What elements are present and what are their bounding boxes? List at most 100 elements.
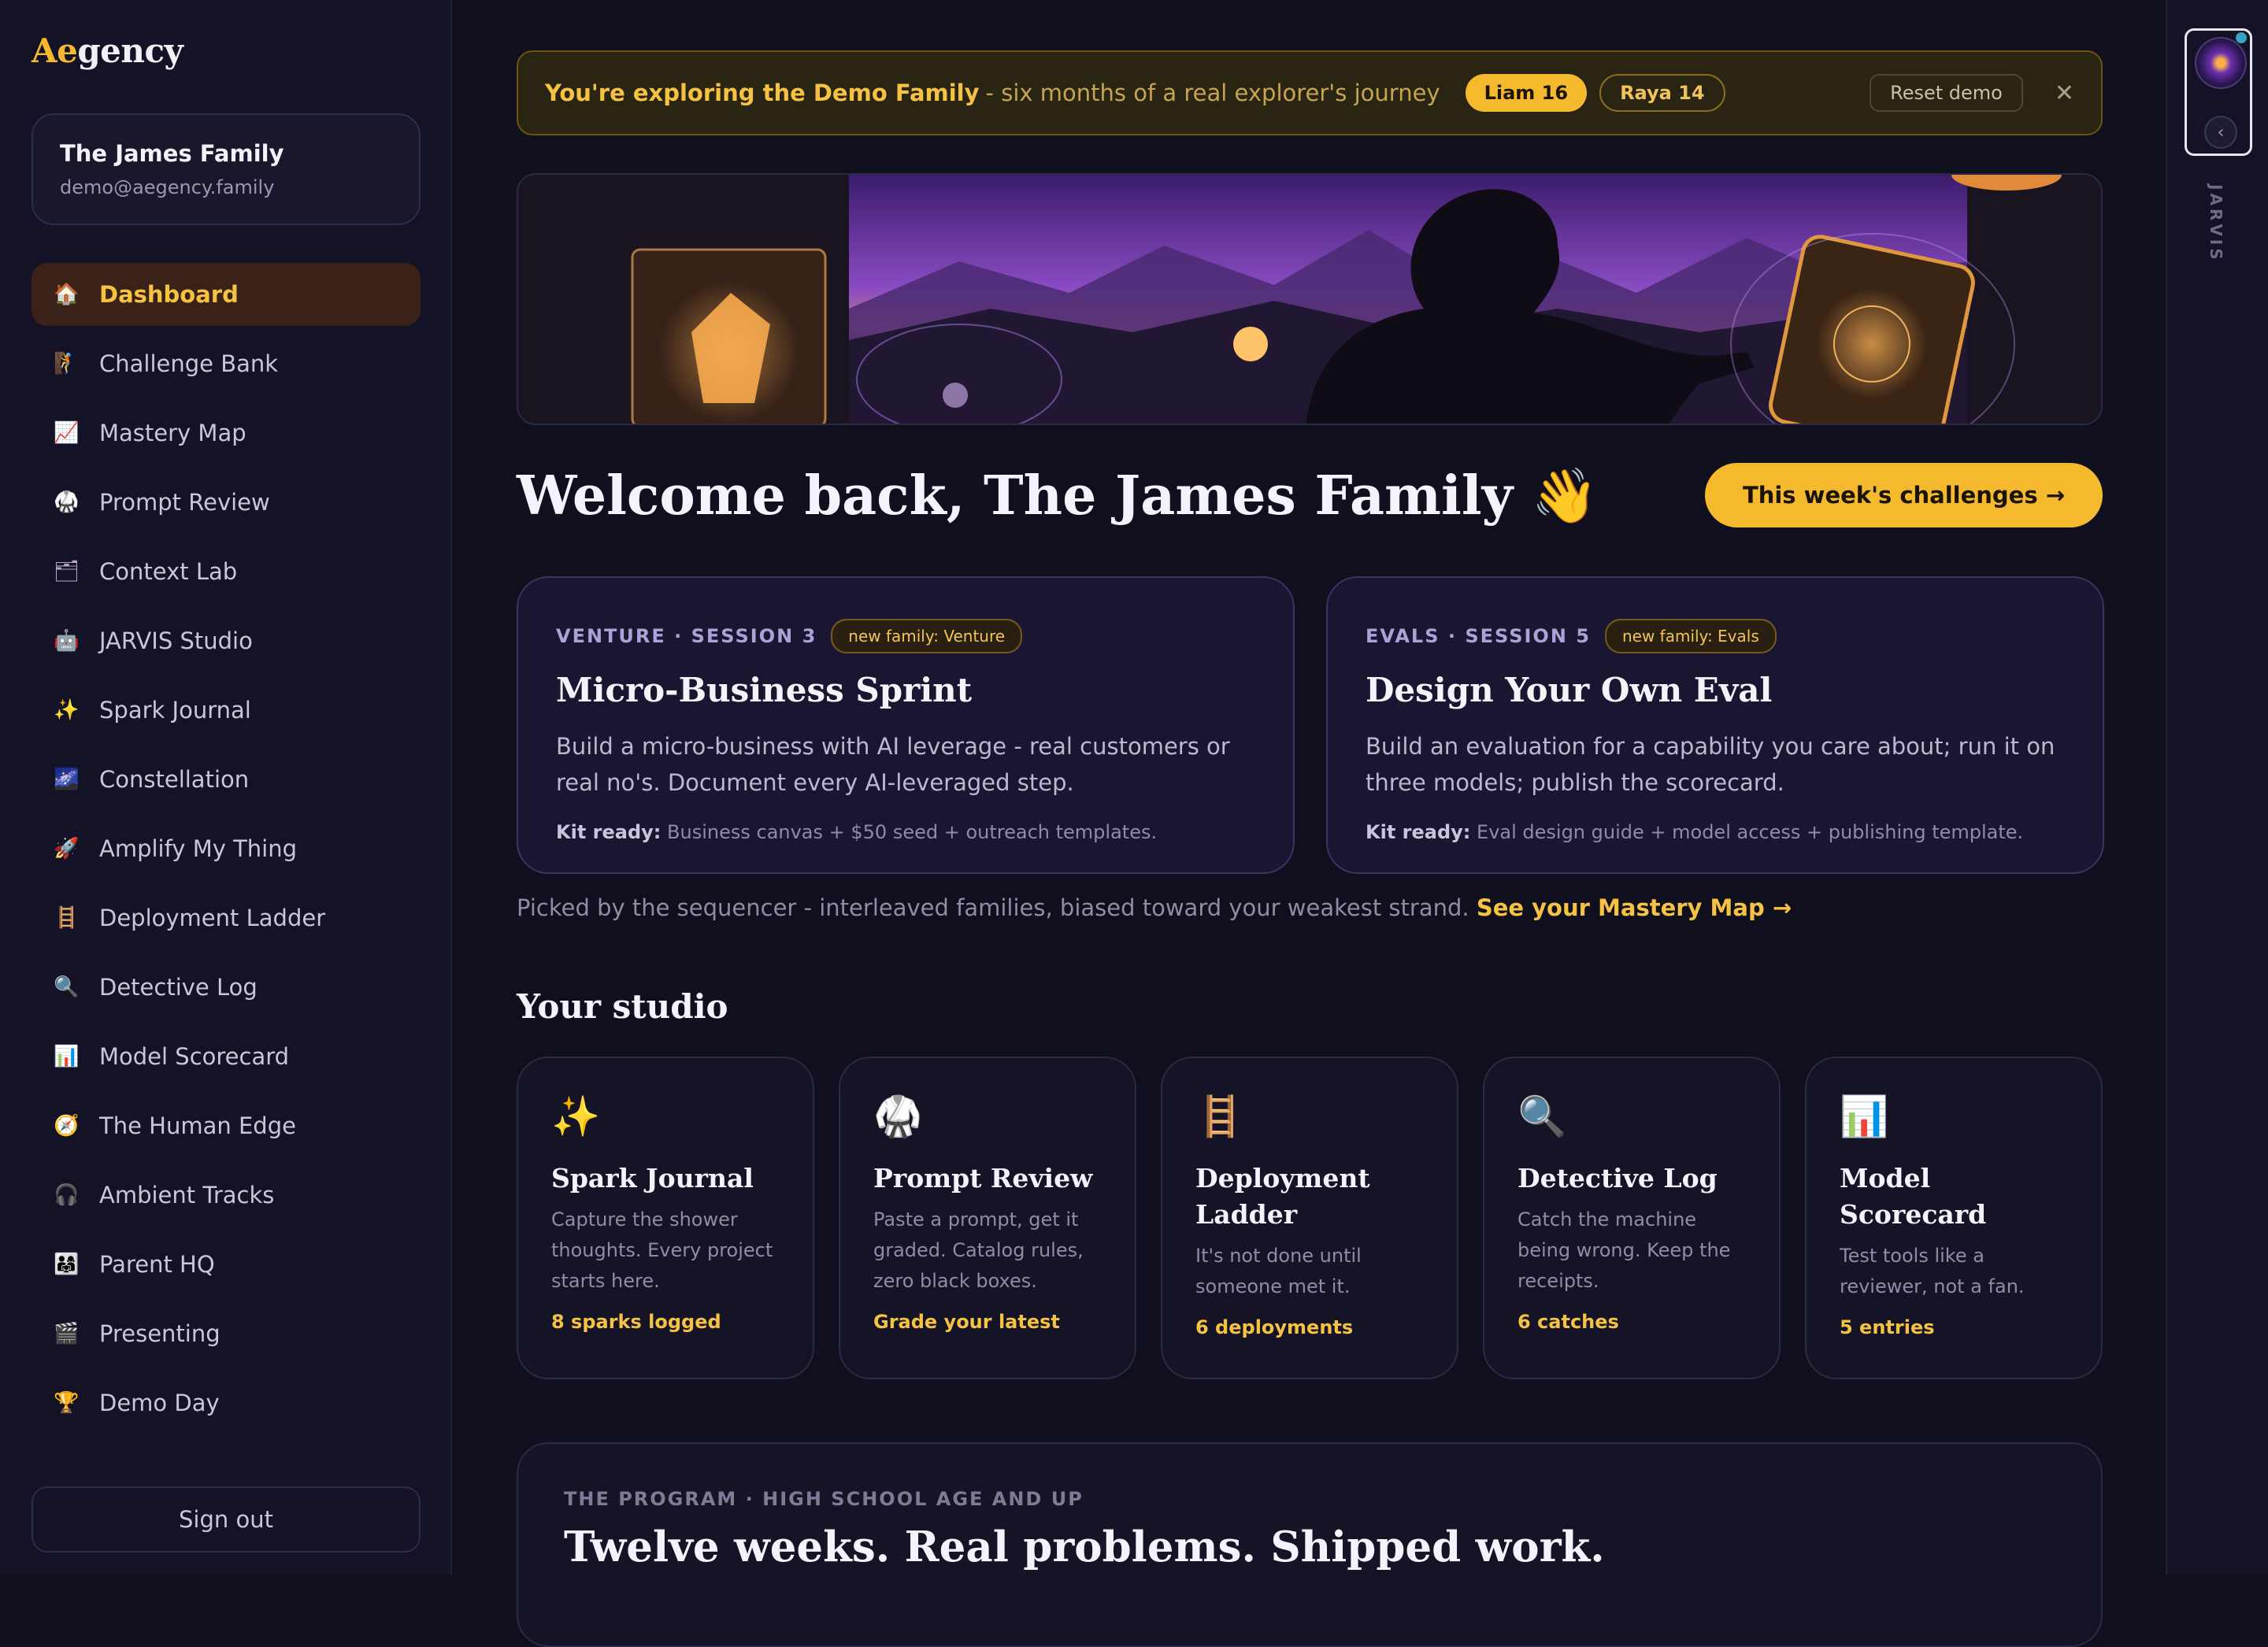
- challenge-card[interactable]: VENTURE · SESSION 3 new family: Venture …: [517, 576, 1295, 874]
- sidebar-item-label: JARVIS Studio: [99, 627, 253, 654]
- martial-arts-uniform-icon: 🥋: [873, 1094, 923, 1139]
- account-email: demo@aegency.family: [60, 176, 275, 198]
- mastery-map-link[interactable]: See your Mastery Map →: [1477, 894, 1792, 921]
- sidebar-item-label: Prompt Review: [99, 489, 270, 516]
- status-dot-icon: [2236, 32, 2247, 43]
- studio-card-title: Deployment Ladder: [1195, 1163, 1370, 1230]
- logo-accent: Ae: [32, 31, 78, 70]
- sidebar-item-label: Mastery Map: [99, 420, 246, 446]
- studio-card-description: It's not done until someone met it.: [1195, 1245, 1362, 1297]
- sidebar-item-label: The Human Edge: [99, 1112, 296, 1139]
- sidebar-item-model-scorecard[interactable]: 📊 Model Scorecard: [32, 1025, 421, 1088]
- magnifier-icon: 🔍: [54, 975, 80, 999]
- sidebar-item-constellation[interactable]: 🌌 Constellation: [32, 748, 421, 811]
- demo-banner-title: You're exploring the Demo Family: [545, 80, 980, 106]
- trophy-icon: 🏆: [54, 1391, 80, 1415]
- challenge-card[interactable]: EVALS · SESSION 5 new family: Evals Desi…: [1326, 576, 2104, 874]
- robot-icon: 🤖: [54, 629, 80, 653]
- studio-card-description: Capture the shower thoughts. Every proje…: [551, 1208, 773, 1292]
- sidebar-item-deployment-ladder[interactable]: 🪜 Deployment Ladder: [32, 886, 421, 949]
- sidebar-item-presenting[interactable]: 🎬 Presenting: [32, 1302, 421, 1365]
- challenge-description: Build an evaluation for a capability you…: [1366, 733, 2055, 796]
- challenge-meta: VENTURE · SESSION 3 new family: Venture: [556, 619, 1255, 653]
- sidebar-item-detective-log[interactable]: 🔍 Detective Log: [32, 956, 421, 1019]
- sparkles-icon: ✨: [551, 1094, 601, 1139]
- sidebar-item-dashboard[interactable]: 🏠 Dashboard: [32, 263, 421, 326]
- reset-demo-button[interactable]: Reset demo: [1870, 74, 2023, 112]
- studio-card-prompt-review[interactable]: 🥋 Prompt Review Paste a prompt, get it g…: [839, 1057, 1136, 1379]
- sidebar-item-label: Amplify My Thing: [99, 835, 298, 862]
- sidebar-item-label: Spark Journal: [99, 697, 251, 724]
- page-title: Welcome back, The James Family 👋: [517, 464, 1599, 527]
- kit-contents: Business canvas + $50 seed + outreach te…: [667, 821, 1158, 843]
- studio-card-model-scorecard[interactable]: 📊 Model Scorecard Test tools like a revi…: [1805, 1057, 2103, 1379]
- challenge-kit: Kit ready: Eval design guide + model acc…: [1366, 821, 2065, 843]
- clapper-board-icon: 🎬: [54, 1322, 80, 1345]
- weekly-challenges-button[interactable]: This week's challenges →: [1704, 463, 2103, 527]
- app-logo[interactable]: Aegency: [32, 31, 183, 70]
- studio-card-description: Test tools like a reviewer, not a fan.: [1840, 1245, 2025, 1297]
- sequencer-note: Picked by the sequencer - interleaved fa…: [517, 894, 1792, 921]
- martial-arts-uniform-icon: 🥋: [54, 490, 80, 514]
- studio-card-spark-journal[interactable]: ✨ Spark Journal Capture the shower thoug…: [517, 1057, 814, 1379]
- ladder-icon: 🪜: [54, 906, 80, 930]
- program-title: Twelve weeks. Real problems. Shipped wor…: [564, 1523, 1605, 1571]
- sidebar-item-jarvis-studio[interactable]: 🤖 JARVIS Studio: [32, 609, 421, 672]
- explorer-chip-liam[interactable]: Liam 16: [1465, 74, 1588, 112]
- kit-label: Kit ready:: [1366, 821, 1471, 843]
- jarvis-rail-label: JARVIS: [2207, 184, 2225, 263]
- sidebar-item-ambient-tracks[interactable]: 🎧 Ambient Tracks: [32, 1164, 421, 1227]
- sidebar-item-label: Challenge Bank: [99, 350, 279, 377]
- sidebar-item-amplify-my-thing[interactable]: 🚀 Amplify My Thing: [32, 817, 421, 880]
- sign-out-button[interactable]: Sign out: [32, 1486, 421, 1553]
- studio-card-stat: 8 sparks logged: [551, 1311, 721, 1333]
- kit-label: Kit ready:: [556, 821, 662, 843]
- sidebar-item-spark-journal[interactable]: ✨ Spark Journal: [32, 679, 421, 742]
- studio-card-deployment-ladder[interactable]: 🪜 Deployment Ladder It's not done until …: [1161, 1057, 1458, 1379]
- demo-banner-subtitle: - six months of a real explorer's journe…: [985, 80, 1440, 106]
- sidebar-item-demo-day[interactable]: 🏆 Demo Day: [32, 1371, 421, 1434]
- chevron-left-icon[interactable]: ‹: [2204, 116, 2237, 149]
- studio-card-description: Paste a prompt, get it graded. Catalog r…: [873, 1208, 1084, 1292]
- account-card[interactable]: The James Family demo@aegency.family: [32, 113, 421, 225]
- family-icon: 👨‍👩‍👧: [54, 1253, 80, 1276]
- studio-card-title: Spark Journal: [551, 1163, 754, 1194]
- bar-chart-icon: 📊: [54, 1045, 80, 1068]
- studio-card-title: Model Scorecard: [1840, 1163, 1987, 1230]
- sidebar-item-parent-hq[interactable]: 👨‍👩‍👧 Parent HQ: [32, 1233, 421, 1296]
- sidebar-item-label: Demo Day: [99, 1390, 220, 1416]
- sparkles-icon: ✨: [54, 698, 80, 722]
- sidebar: Aegency The James Family demo@aegency.fa…: [0, 0, 452, 1575]
- sidebar-item-context-lab[interactable]: 🗂 Context Lab: [32, 540, 421, 603]
- compass-icon: 🧭: [54, 1114, 80, 1138]
- sidebar-item-label: Detective Log: [99, 974, 258, 1001]
- jarvis-avatar[interactable]: [2195, 37, 2247, 89]
- challenge-family-badge: new family: Evals: [1604, 619, 1777, 653]
- kit-contents: Eval design guide + model access + publi…: [1477, 821, 2024, 843]
- sidebar-item-challenge-bank[interactable]: 🧗 Challenge Bank: [32, 332, 421, 395]
- jarvis-panel-toggle[interactable]: ‹: [2185, 28, 2252, 156]
- sidebar-item-mastery-map[interactable]: 📈 Mastery Map: [32, 402, 421, 464]
- sidebar-item-label: Dashboard: [99, 281, 239, 308]
- studio-card-stat: Grade your latest: [873, 1311, 1060, 1333]
- chart-increasing-icon: 📈: [54, 421, 80, 445]
- sidebar-item-prompt-review[interactable]: 🥋 Prompt Review: [32, 471, 421, 534]
- studio-card-detective-log[interactable]: 🔍 Detective Log Catch the machine being …: [1483, 1057, 1781, 1379]
- studio-card-title: Prompt Review: [873, 1163, 1093, 1194]
- rocket-icon: 🚀: [54, 837, 80, 861]
- challenge-kicker: VENTURE · SESSION 3: [556, 625, 817, 647]
- close-icon[interactable]: ✕: [2055, 80, 2074, 107]
- program-card: THE PROGRAM · HIGH SCHOOL AGE AND UP Twe…: [517, 1442, 2103, 1647]
- challenge-title: Micro-Business Sprint: [556, 671, 973, 709]
- sidebar-item-the-human-edge[interactable]: 🧭 The Human Edge: [32, 1094, 421, 1157]
- explorer-chip-raya[interactable]: Raya 14: [1599, 74, 1725, 112]
- sidebar-nav: 🏠 Dashboard 🧗 Challenge Bank 📈 Mastery M…: [32, 263, 421, 1441]
- studio-card-stat: 6 catches: [1518, 1311, 1619, 1333]
- challenge-description: Build a micro-business with AI leverage …: [556, 733, 1230, 796]
- sidebar-item-label: Deployment Ladder: [99, 905, 326, 931]
- bar-chart-icon: 📊: [1840, 1094, 1889, 1139]
- jarvis-rail: ‹ JARVIS: [2166, 0, 2268, 1575]
- sequencer-text: Picked by the sequencer - interleaved fa…: [517, 894, 1469, 921]
- magnifier-icon: 🔍: [1518, 1094, 1567, 1139]
- hero-art: [518, 175, 2101, 424]
